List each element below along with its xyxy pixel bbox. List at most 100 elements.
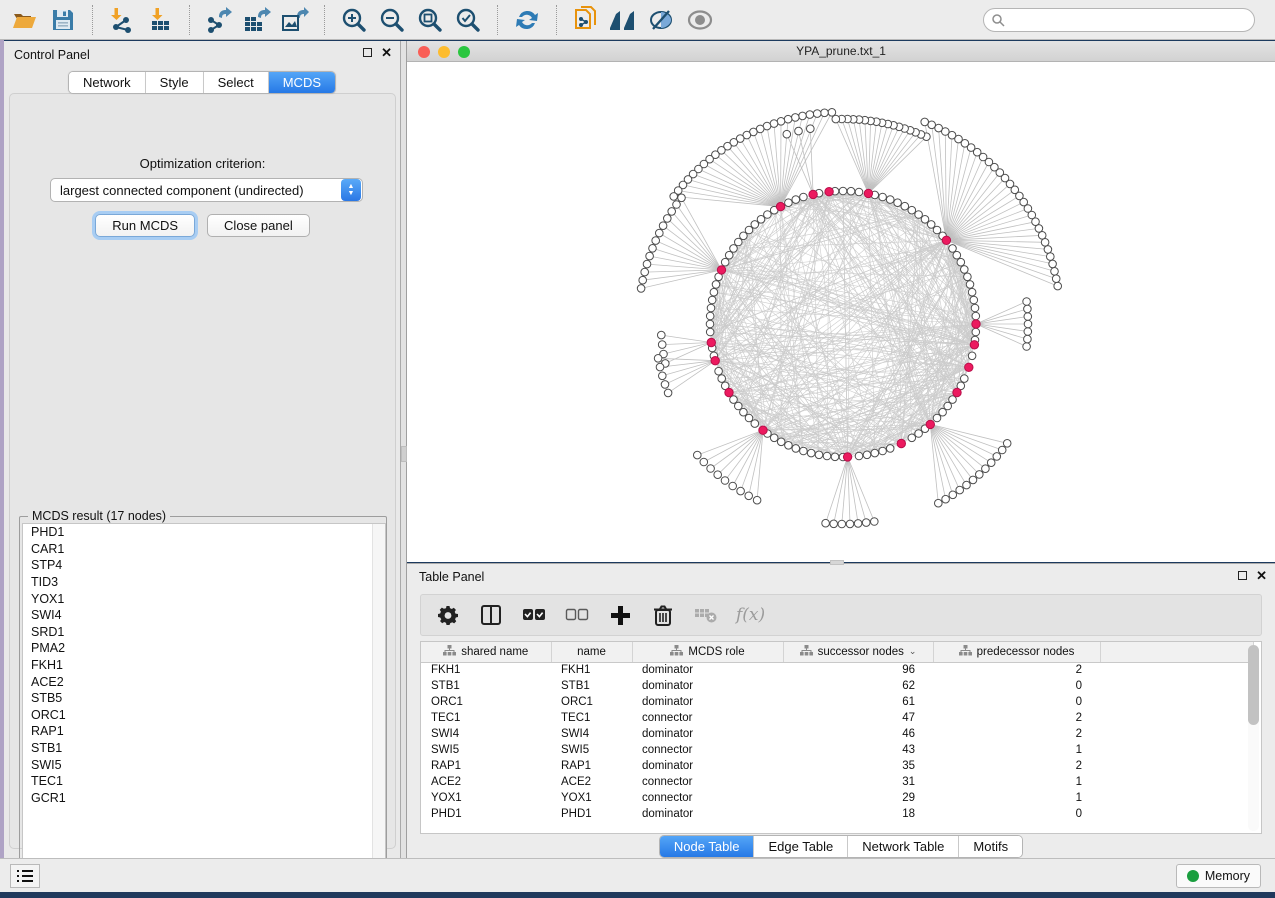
column-header-name[interactable]: name: [551, 642, 632, 662]
dropdown-stepper-icon: ▲▼: [341, 179, 361, 201]
result-node-item[interactable]: TEC1: [23, 773, 385, 790]
result-node-item[interactable]: FKH1: [23, 657, 385, 674]
tab-network-table[interactable]: Network Table: [848, 836, 959, 857]
import-table-icon[interactable]: [141, 3, 179, 37]
mcds-result-list[interactable]: PHD1CAR1STP4TID3YOX1SWI4SRD1PMA2FKH1ACE2…: [22, 523, 386, 886]
mcds-result-group: MCDS result (17 nodes) PHD1CAR1STP4TID3Y…: [19, 516, 387, 888]
network-view-window: YPA_prune.txt_1: [407, 41, 1275, 562]
column-header-MCDS-role[interactable]: MCDS role: [632, 642, 783, 662]
result-node-item[interactable]: SWI4: [23, 607, 385, 624]
select-all-icon[interactable]: [521, 601, 547, 629]
add-column-icon[interactable]: [607, 601, 633, 629]
eye-icon[interactable]: [681, 3, 719, 37]
table-row[interactable]: SWI4SWI4dominator462: [421, 726, 1253, 742]
result-node-item[interactable]: SRD1: [23, 624, 385, 641]
column-header-shared-name[interactable]: shared name: [421, 642, 551, 662]
tab-motifs[interactable]: Motifs: [959, 836, 1022, 857]
run-mcds-button[interactable]: Run MCDS: [95, 214, 195, 237]
result-node-item[interactable]: YOX1: [23, 590, 385, 607]
memory-button[interactable]: Memory: [1176, 864, 1261, 888]
maximize-window-icon[interactable]: [458, 46, 470, 58]
result-node-item[interactable]: TID3: [23, 574, 385, 591]
tab-network[interactable]: Network: [69, 72, 146, 93]
column-header-successor-nodes[interactable]: successor nodes⌄: [783, 642, 933, 662]
result-node-item[interactable]: STB1: [23, 740, 385, 757]
control-panel-tabs: NetworkStyleSelectMCDS: [68, 71, 336, 94]
toolbar-separator: [92, 5, 93, 35]
table-row[interactable]: PHD1PHD1dominator180: [421, 806, 1253, 822]
result-node-item[interactable]: SWI5: [23, 756, 385, 773]
table-toolbar: f(x): [420, 594, 1262, 636]
result-node-item[interactable]: ACE2: [23, 673, 385, 690]
export-table-icon[interactable]: [238, 3, 276, 37]
export-image-icon[interactable]: [276, 3, 314, 37]
tab-node-table[interactable]: Node Table: [660, 836, 755, 857]
table-row[interactable]: STB1STB1dominator620: [421, 678, 1253, 694]
table-panel: Table Panel ✕: [407, 563, 1275, 858]
table-row[interactable]: SWI5SWI5connector431: [421, 742, 1253, 758]
share-document-icon[interactable]: [567, 3, 605, 37]
network-window-titlebar[interactable]: YPA_prune.txt_1: [407, 41, 1275, 62]
refresh-layout-icon[interactable]: [508, 3, 546, 37]
memory-label: Memory: [1205, 869, 1250, 883]
task-history-button[interactable]: [10, 864, 40, 888]
column-type-icon: [670, 645, 683, 659]
search-input[interactable]: [983, 8, 1255, 32]
close-panel-button[interactable]: Close panel: [207, 214, 310, 237]
binoculars-icon[interactable]: [605, 3, 643, 37]
search-icon: [991, 13, 1005, 27]
gear-icon[interactable]: [435, 601, 461, 629]
optimization-criterion-select[interactable]: largest connected component (undirected)…: [50, 178, 363, 202]
column-type-icon: [959, 645, 972, 659]
zoom-selected-icon[interactable]: [449, 3, 487, 37]
close-window-icon[interactable]: [418, 46, 430, 58]
table-row[interactable]: RAP1RAP1dominator352: [421, 758, 1253, 774]
table-row[interactable]: FKH1FKH1dominator962: [421, 662, 1253, 678]
zoom-fit-icon[interactable]: [411, 3, 449, 37]
import-network-icon[interactable]: [103, 3, 141, 37]
node-table[interactable]: shared namenameMCDS rolesuccessor nodes⌄…: [420, 641, 1262, 834]
open-file-icon[interactable]: [6, 3, 44, 37]
minimize-window-icon[interactable]: [438, 46, 450, 58]
result-node-item[interactable]: ORC1: [23, 707, 385, 724]
tab-select[interactable]: Select: [204, 72, 269, 93]
result-node-item[interactable]: PMA2: [23, 640, 385, 657]
network-graph-canvas[interactable]: [407, 62, 1275, 562]
table-scrollbar[interactable]: [1248, 645, 1259, 831]
columns-icon[interactable]: [478, 601, 504, 629]
zoom-out-icon[interactable]: [373, 3, 411, 37]
column-header-predecessor-nodes[interactable]: predecessor nodes: [933, 642, 1100, 662]
deselect-all-icon[interactable]: [564, 601, 590, 629]
tab-mcds[interactable]: MCDS: [269, 72, 335, 93]
table-row[interactable]: ACE2ACE2connector311: [421, 774, 1253, 790]
tab-edge-table[interactable]: Edge Table: [754, 836, 848, 857]
float-panel-icon[interactable]: [363, 48, 372, 57]
float-table-panel-icon[interactable]: [1238, 571, 1247, 580]
zoom-in-icon[interactable]: [335, 3, 373, 37]
close-table-panel-icon[interactable]: ✕: [1256, 571, 1267, 580]
result-list-scrollbar[interactable]: [372, 524, 385, 885]
main-toolbar: [0, 0, 1275, 40]
table-scrollbar-thumb[interactable]: [1248, 645, 1259, 725]
result-node-item[interactable]: GCR1: [23, 790, 385, 807]
result-node-item[interactable]: STB5: [23, 690, 385, 707]
hide-glasses-icon[interactable]: [643, 3, 681, 37]
result-node-item[interactable]: CAR1: [23, 541, 385, 558]
memory-status-icon: [1187, 870, 1199, 882]
delete-icon[interactable]: [650, 601, 676, 629]
toolbar-separator: [497, 5, 498, 35]
chevron-down-icon[interactable]: ⌄: [909, 646, 917, 657]
optimization-criterion-label: Optimization criterion:: [10, 156, 395, 171]
result-node-item[interactable]: PHD1: [23, 524, 385, 541]
clear-table-icon: [693, 601, 719, 629]
table-row[interactable]: ORC1ORC1dominator610: [421, 694, 1253, 710]
table-row[interactable]: YOX1YOX1connector291: [421, 790, 1253, 806]
table-row[interactable]: TEC1TEC1connector472: [421, 710, 1253, 726]
result-node-item[interactable]: RAP1: [23, 723, 385, 740]
tab-style[interactable]: Style: [146, 72, 204, 93]
result-node-item[interactable]: STP4: [23, 557, 385, 574]
save-icon[interactable]: [44, 3, 82, 37]
control-panel-titlebar: Control Panel ✕: [4, 41, 400, 69]
export-network-icon[interactable]: [200, 3, 238, 37]
close-panel-icon[interactable]: ✕: [381, 48, 392, 57]
